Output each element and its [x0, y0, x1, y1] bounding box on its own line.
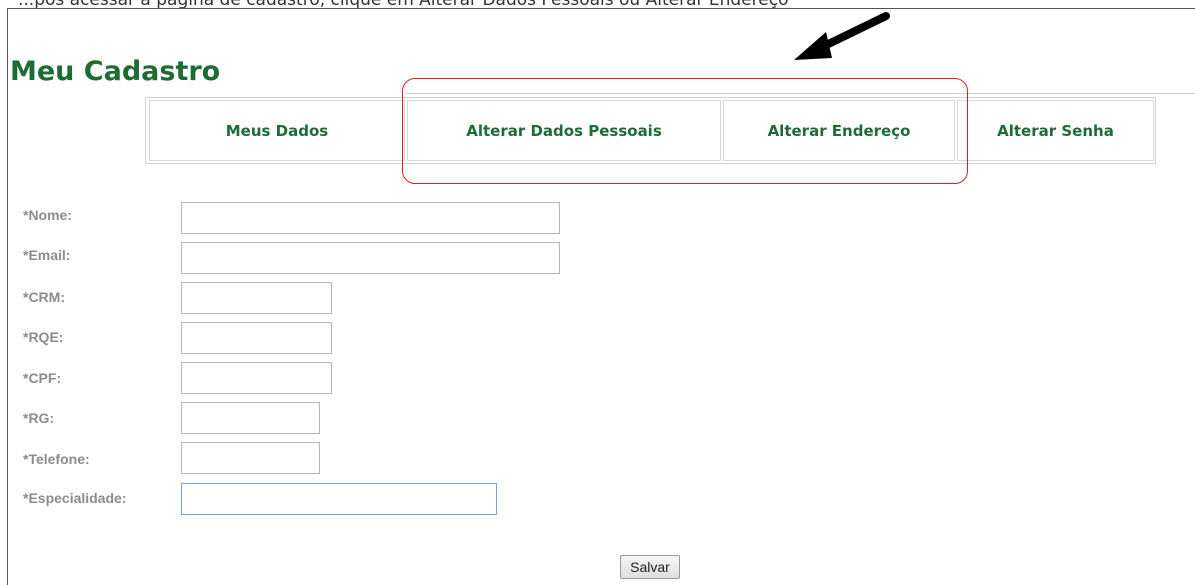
cpf-label: *CPF:: [23, 370, 62, 386]
tab-alterar-senha[interactable]: Alterar Senha: [957, 100, 1154, 161]
telefone-field[interactable]: [181, 442, 320, 474]
tab-alterar-dados-pessoais[interactable]: Alterar Dados Pessoais: [407, 100, 721, 161]
title-divider: [406, 93, 1195, 94]
page-title: Meu Cadastro: [10, 56, 221, 87]
email-label: *Email:: [23, 247, 71, 263]
tab-alterar-endereco[interactable]: Alterar Endereço: [723, 100, 955, 161]
tab-meus-dados[interactable]: Meus Dados: [149, 100, 405, 161]
profile-tabs: Meus Dados Alterar Dados Pessoais Altera…: [145, 97, 1156, 164]
telefone-label: *Telefone:: [23, 451, 90, 467]
rg-field[interactable]: [181, 402, 320, 434]
nome-field[interactable]: [181, 202, 560, 234]
rqe-field[interactable]: [181, 322, 332, 354]
crm-label: *CRM:: [23, 289, 65, 305]
cpf-field[interactable]: [181, 362, 332, 394]
nome-label: *Nome:: [23, 207, 73, 223]
rg-label: *RG:: [23, 410, 55, 426]
arrow-pointer-icon: [794, 12, 890, 60]
crm-field[interactable]: [181, 282, 332, 314]
email-field[interactable]: [181, 242, 560, 274]
save-button[interactable]: Salvar: [620, 555, 680, 579]
especialidade-field[interactable]: [181, 483, 497, 515]
especialidade-label: *Especialidade:: [23, 490, 127, 506]
rqe-label: *RQE:: [23, 329, 64, 345]
